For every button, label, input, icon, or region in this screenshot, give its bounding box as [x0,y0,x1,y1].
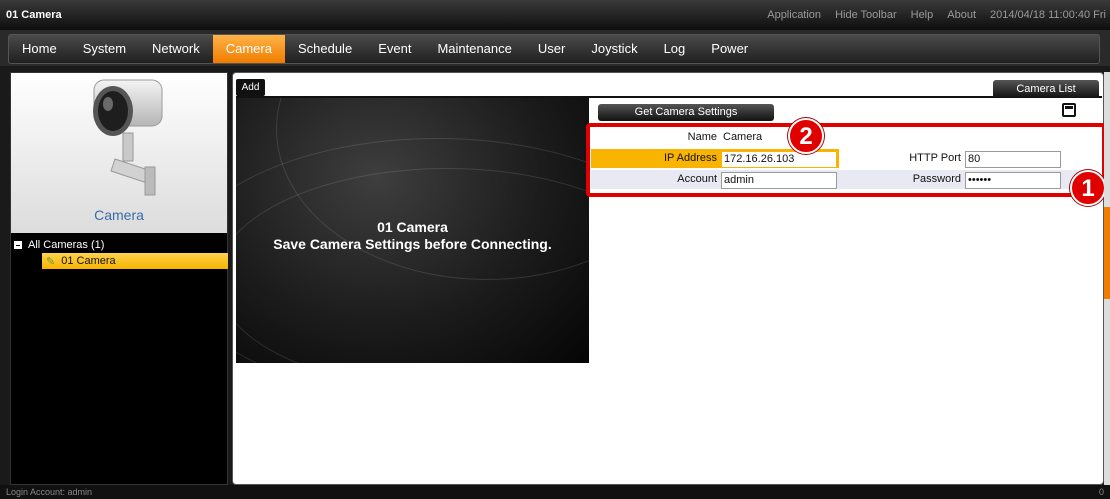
menu-event[interactable]: Event [365,35,424,63]
security-camera-icon [93,79,163,196]
menu-log[interactable]: Log [651,35,699,63]
tab-add[interactable]: Add [236,79,265,96]
collapse-icon[interactable] [14,241,22,249]
menu-user[interactable]: User [525,35,578,63]
window-title: 01 Camera [6,9,62,21]
about-link[interactable]: About [947,9,976,21]
preview-camera-name: 01 Camera [377,219,448,235]
menu-maintenance[interactable]: Maintenance [424,35,524,63]
menu-system[interactable]: System [70,35,139,63]
menu-joystick[interactable]: Joystick [578,35,650,63]
callout-highlight-box [586,123,1106,197]
tree-root-label: All Cameras (1) [28,239,105,251]
menu-power[interactable]: Power [698,35,761,63]
menu-camera[interactable]: Camera [212,35,285,63]
side-setup-tab[interactable] [1104,207,1110,299]
status-count: 0 [1098,487,1104,497]
datetime-display: 2014/04/18 11:00:40 Fri [990,9,1106,21]
hide-toolbar-link[interactable]: Hide Toolbar [835,9,897,21]
camera-list-button[interactable]: Camera List [993,80,1099,98]
application-link[interactable]: Application [767,9,821,21]
camera-preview: 01 Camera Save Camera Settings before Co… [236,98,589,363]
title-bar: 01 Camera Application Hide Toolbar Help … [0,0,1110,30]
callout-badge-2: 2 [788,118,824,154]
main-menu: Home System Network Camera Schedule Even… [8,34,1100,64]
login-account-text: Login Account: admin [6,487,93,497]
title-links: Application Hide Toolbar Help About 2014… [767,9,1106,21]
menu-home[interactable]: Home [9,35,70,63]
camera-caption: Camera [94,207,144,223]
window-icon[interactable] [1062,103,1076,117]
tree-item-label: 01 Camera [61,255,116,267]
menu-schedule[interactable]: Schedule [285,35,365,63]
menu-network[interactable]: Network [139,35,213,63]
callout-badge-1: 1 [1070,170,1106,206]
tree-root-all-cameras[interactable]: All Cameras (1) [14,237,224,253]
help-link[interactable]: Help [911,9,934,21]
tree-item-camera[interactable]: ✎ 01 Camera [42,253,228,269]
preview-message: Save Camera Settings before Connecting. [273,236,552,252]
get-camera-settings-button[interactable]: Get Camera Settings [598,104,774,121]
status-bar: Login Account: admin 0 [0,485,1110,499]
plug-icon: ✎ [46,255,56,268]
